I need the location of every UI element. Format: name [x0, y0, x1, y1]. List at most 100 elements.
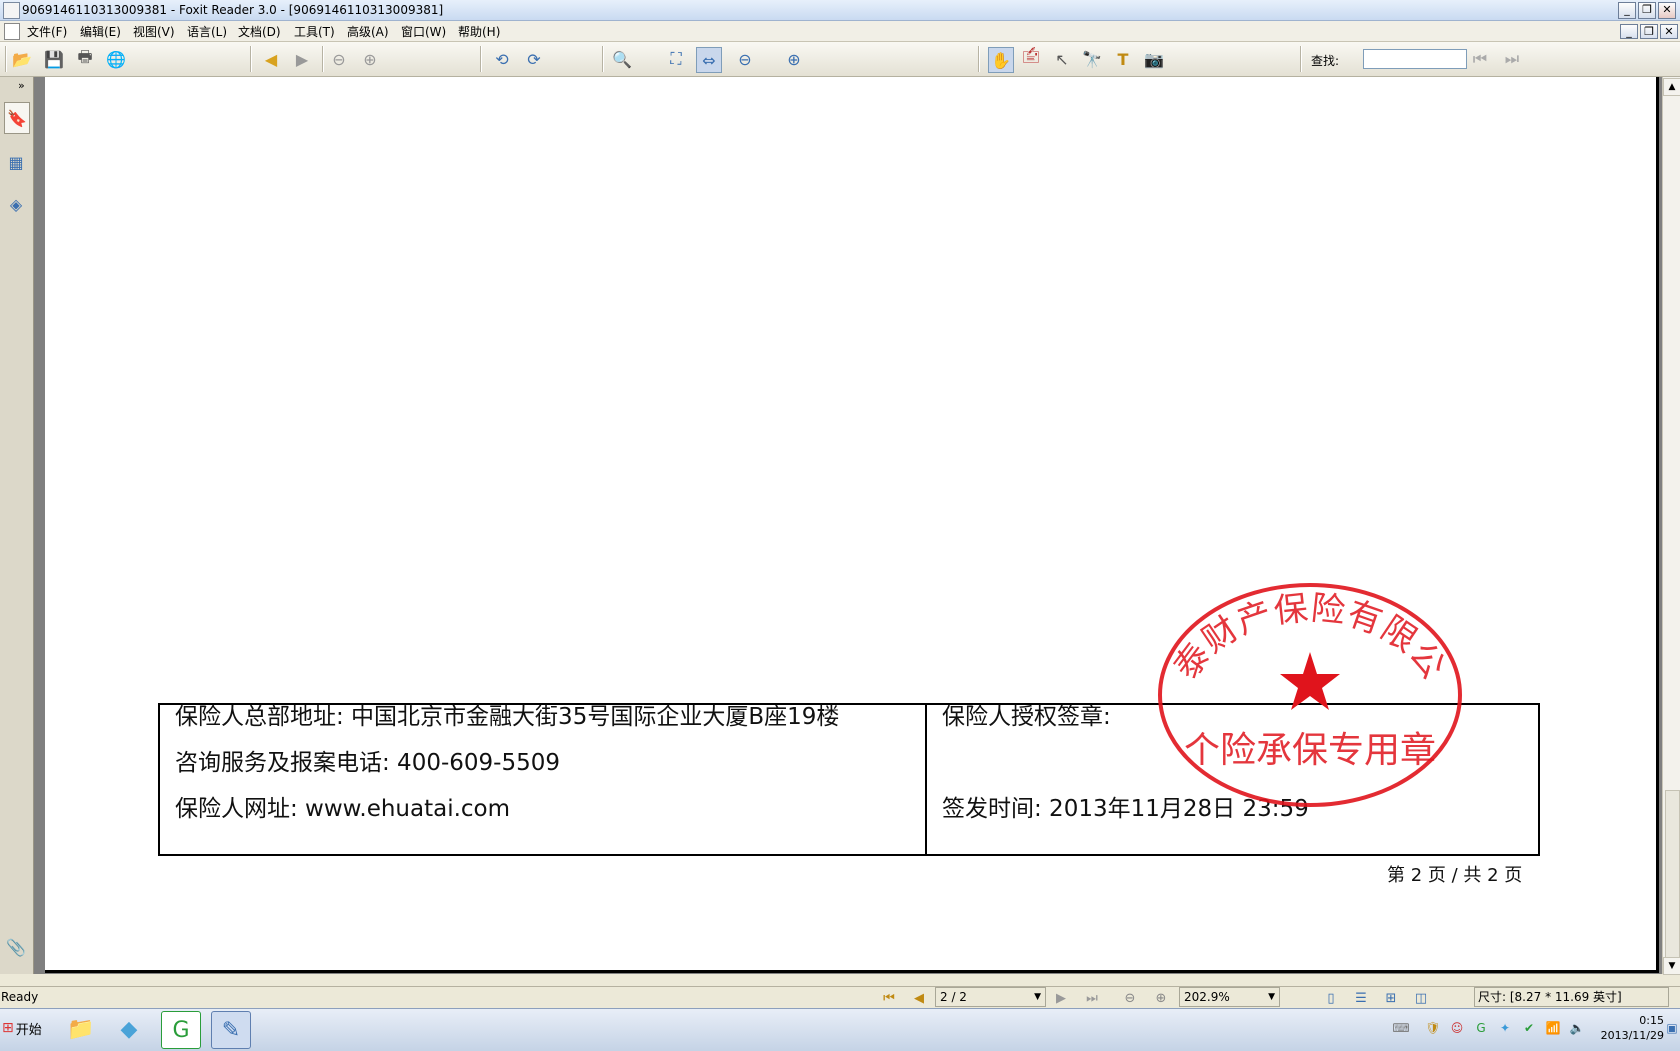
menu-language[interactable]: 语言(L) — [184, 23, 230, 40]
security-tray-icon[interactable]: ✔ — [1521, 1020, 1537, 1036]
zoom-field[interactable]: 202.9% ▼ — [1179, 987, 1280, 1007]
scroll-down-icon[interactable]: ▼ — [1663, 957, 1680, 975]
explorer-taskbar-icon[interactable]: 📁 — [62, 1011, 100, 1047]
layers-icon[interactable]: ◈ — [4, 189, 28, 219]
page-dropdown-icon[interactable]: ▼ — [1034, 988, 1041, 1006]
document-icon[interactable] — [4, 23, 20, 40]
qq-tray-icon[interactable]: ☺ — [1449, 1020, 1465, 1036]
start-button[interactable]: ⊞ 开始 — [2, 1013, 50, 1043]
foxit-app-icon — [3, 2, 20, 19]
menu-bar: 文件(F) 编辑(E) 视图(V) 语言(L) 文档(D) 工具(T) 高级(A… — [0, 21, 1680, 42]
continuous-icon[interactable]: ☰ — [1352, 990, 1370, 1006]
svg-text:个险承保专用章: 个险承保专用章 — [1184, 730, 1436, 771]
page-thumbnails-icon[interactable]: ▦ — [4, 147, 28, 177]
forward-view-icon[interactable]: ⊕ — [1152, 990, 1170, 1006]
status-bar: Ready ⏮ ◀ ▶ ⏭ ⊖ ⊕ ▯ ☰ ⊞ ◫ — [0, 986, 1680, 1009]
insurer-address: 保险人总部地址: 中国北京市金融大街35号国际企业大厦B座19楼 — [175, 704, 840, 730]
find-input[interactable] — [1363, 49, 1467, 69]
save-icon[interactable]: 💾 — [42, 47, 66, 71]
zoom-in-icon[interactable]: ⊕ — [782, 47, 806, 71]
start-label: 开始 — [15, 1022, 42, 1038]
previous-page-icon[interactable]: ◀ — [259, 47, 283, 71]
zoom-value: 202.9% — [1184, 990, 1230, 1004]
minimize-button[interactable]: _ — [1618, 2, 1636, 19]
doc-restore-button[interactable]: ❐ — [1640, 24, 1658, 39]
windows-logo-icon: ⊞ — [2, 1020, 14, 1036]
snapshot-camera-icon[interactable]: 📷 — [1142, 47, 1166, 71]
table-divider — [925, 703, 927, 856]
scroll-thumb[interactable] — [1665, 790, 1680, 960]
toolbar-separator — [1300, 46, 1302, 72]
toolbar-separator — [322, 46, 324, 72]
clock-date: 2013/11/29 — [1600, 1029, 1664, 1042]
keyboard-tray-icon[interactable]: ⌨ — [1392, 1020, 1409, 1036]
signature-label: 保险人授权签章: — [942, 704, 1111, 730]
toolbar-separator — [480, 46, 482, 72]
go-back-icon[interactable]: ⊖ — [327, 47, 351, 71]
shield-tray-icon[interactable]: 🛡 — [1425, 1020, 1441, 1036]
zoom-out-icon[interactable]: ⊖ — [733, 47, 757, 71]
green-g-taskbar-icon[interactable]: G — [161, 1011, 201, 1049]
scroll-up-icon[interactable]: ▲ — [1663, 78, 1680, 96]
update-tray-icon[interactable]: ✦ — [1497, 1020, 1513, 1036]
app-taskbar-icon[interactable]: ◆ — [110, 1011, 148, 1047]
fit-page-icon[interactable]: ⛶ — [664, 47, 688, 71]
back-view-icon[interactable]: ⊖ — [1121, 990, 1139, 1006]
expand-panel-icon[interactable]: » — [18, 79, 25, 92]
fit-width-icon[interactable]: ⇔ — [696, 47, 722, 73]
maximize-button[interactable]: ❐ — [1638, 2, 1656, 19]
search-binoculars-icon[interactable]: 🔭 — [1080, 47, 1104, 71]
toolbar-grip — [5, 46, 7, 72]
volume-tray-icon[interactable]: 🔈 — [1569, 1020, 1585, 1036]
doc-minimize-button[interactable]: _ — [1620, 24, 1638, 39]
doc-close-button[interactable]: ✕ — [1660, 24, 1678, 39]
facing-icon[interactable]: ⊞ — [1382, 990, 1400, 1006]
last-page-icon[interactable]: ⏭ — [1083, 990, 1101, 1006]
continuous-facing-icon[interactable]: ◫ — [1412, 990, 1430, 1006]
find-label: 查找: — [1311, 54, 1340, 68]
menu-help[interactable]: 帮助(H) — [455, 23, 503, 40]
menu-edit[interactable]: 编辑(E) — [77, 23, 124, 40]
page-number-field[interactable]: 2 / 2 ▼ — [935, 987, 1046, 1007]
typewriter-tool-icon[interactable]: 🖆 — [1019, 47, 1043, 71]
open-folder-icon[interactable]: 📂 — [10, 47, 34, 71]
text-select-tool-icon[interactable]: T — [1111, 47, 1135, 71]
next-page-status-icon[interactable]: ▶ — [1052, 990, 1070, 1006]
close-button[interactable]: ✕ — [1658, 2, 1676, 19]
find-previous-icon[interactable]: ⏮ — [1468, 47, 1492, 71]
menu-advanced[interactable]: 高级(A) — [344, 23, 392, 40]
select-tool-icon[interactable]: ↖ — [1050, 47, 1074, 71]
menu-file[interactable]: 文件(F) — [24, 23, 70, 40]
insurer-phone: 咨询服务及报案电话: 400-609-5509 — [175, 750, 560, 776]
toolbar-separator — [602, 46, 604, 72]
page-indicator: 2 / 2 — [940, 990, 967, 1004]
show-desktop-icon[interactable]: ▣ — [1664, 1020, 1680, 1036]
print-icon[interactable]: 🖶 — [73, 47, 97, 71]
network-tray-icon[interactable]: 📶 — [1545, 1020, 1561, 1036]
toolbar-separator — [250, 46, 252, 72]
rotate-right-icon[interactable]: ⟳ — [522, 47, 546, 71]
status-text: Ready — [1, 990, 39, 1004]
go-forward-icon[interactable]: ⊕ — [358, 47, 382, 71]
hand-tool-icon[interactable]: ✋ — [988, 47, 1014, 73]
zoom-in-tool-icon[interactable]: 🔍 — [610, 47, 634, 71]
prev-page-icon[interactable]: ◀ — [910, 990, 928, 1006]
menu-window[interactable]: 窗口(W) — [398, 23, 449, 40]
green-g-tray-icon[interactable]: G — [1473, 1020, 1489, 1036]
find-next-icon[interactable]: ⏭ — [1500, 47, 1524, 71]
next-page-icon[interactable]: ▶ — [290, 47, 314, 71]
email-globe-icon[interactable]: 🌐 — [104, 47, 128, 71]
menu-document[interactable]: 文档(D) — [235, 23, 284, 40]
page-footer: 第 2 页 / 共 2 页 — [1387, 865, 1523, 886]
menu-tools[interactable]: 工具(T) — [291, 23, 338, 40]
zoom-dropdown-icon[interactable]: ▼ — [1268, 988, 1275, 1006]
first-page-icon[interactable]: ⏮ — [880, 990, 898, 1006]
foxit-reader-taskbar-icon[interactable]: ✎ — [211, 1011, 251, 1049]
window-title: 9069146110313009381 - Foxit Reader 3.0 -… — [22, 3, 444, 17]
bookmarks-icon[interactable]: 🔖 — [4, 102, 30, 134]
rotate-left-icon[interactable]: ⟲ — [490, 47, 514, 71]
attachments-paperclip-icon[interactable]: 📎 — [4, 932, 28, 962]
menu-view[interactable]: 视图(V) — [130, 23, 178, 40]
clock[interactable]: 0:15 2013/11/29 — [1598, 1013, 1664, 1043]
single-page-icon[interactable]: ▯ — [1322, 990, 1340, 1006]
